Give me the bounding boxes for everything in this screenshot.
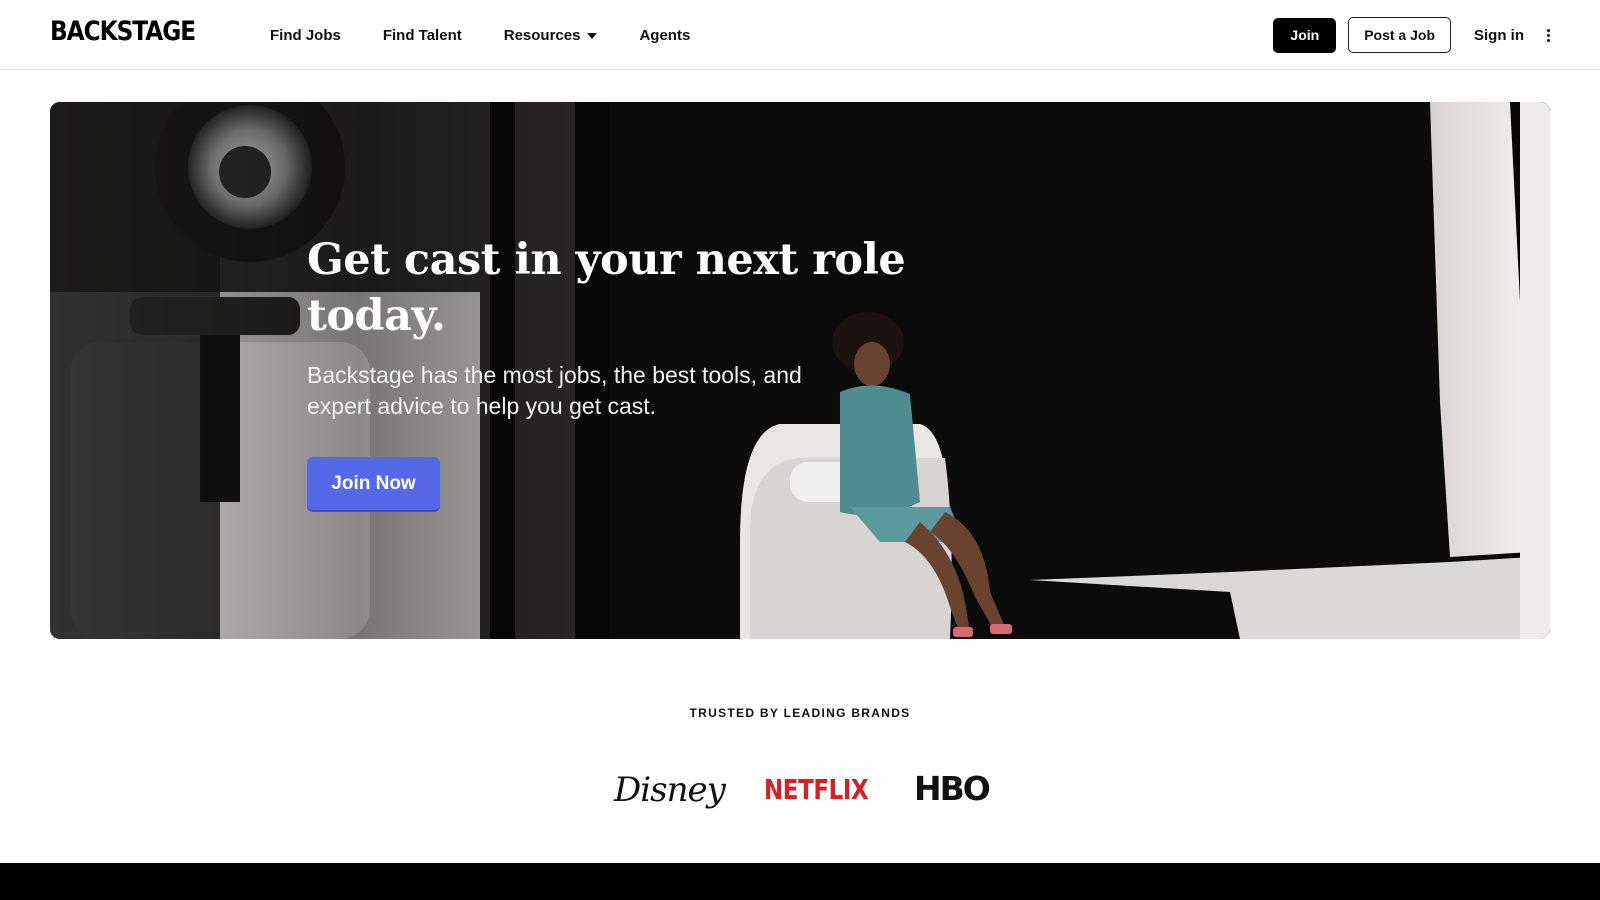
hero-subtitle: Backstage has the most jobs, the best to…: [307, 362, 802, 419]
nav-agents[interactable]: Agents: [639, 27, 690, 44]
post-a-job-button[interactable]: Post a Job: [1348, 17, 1451, 53]
header-actions: Join Post a Job Sign in: [1273, 0, 1550, 70]
footer-strip: [0, 863, 1600, 900]
netflix-logo: NETFLIX: [764, 773, 869, 806]
nav-find-jobs[interactable]: Find Jobs: [270, 27, 341, 44]
backstage-logo[interactable]: BACKSTAGE: [50, 17, 196, 47]
brand-logos: Disney NETFLIX HBO: [0, 769, 1600, 820]
sign-in-link[interactable]: Sign in: [1474, 27, 1524, 44]
nav-resources-label: Resources: [503, 26, 581, 44]
join-now-button[interactable]: Join Now: [307, 457, 440, 510]
more-options-icon[interactable]: [1546, 28, 1550, 43]
caret-down-icon: [587, 33, 598, 39]
nav-find-talent[interactable]: Find Talent: [383, 27, 462, 44]
hero-title: Get cast in your next role today.: [307, 235, 906, 341]
top-navigation-bar: BACKSTAGE Find Jobs Find Talent Resource…: [0, 0, 1600, 70]
main-nav: Find Jobs Find Talent Resources Agents: [270, 0, 732, 70]
join-button[interactable]: Join: [1273, 17, 1337, 53]
nav-resources[interactable]: Resources: [504, 27, 598, 44]
hbo-logo: HBO: [914, 769, 991, 808]
disney-logo: Disney: [614, 770, 726, 810]
trusted-by-heading: TRUSTED BY LEADING BRANDS: [689, 706, 911, 720]
hero-banner: Get cast in your next role today. Backst…: [50, 102, 1550, 639]
